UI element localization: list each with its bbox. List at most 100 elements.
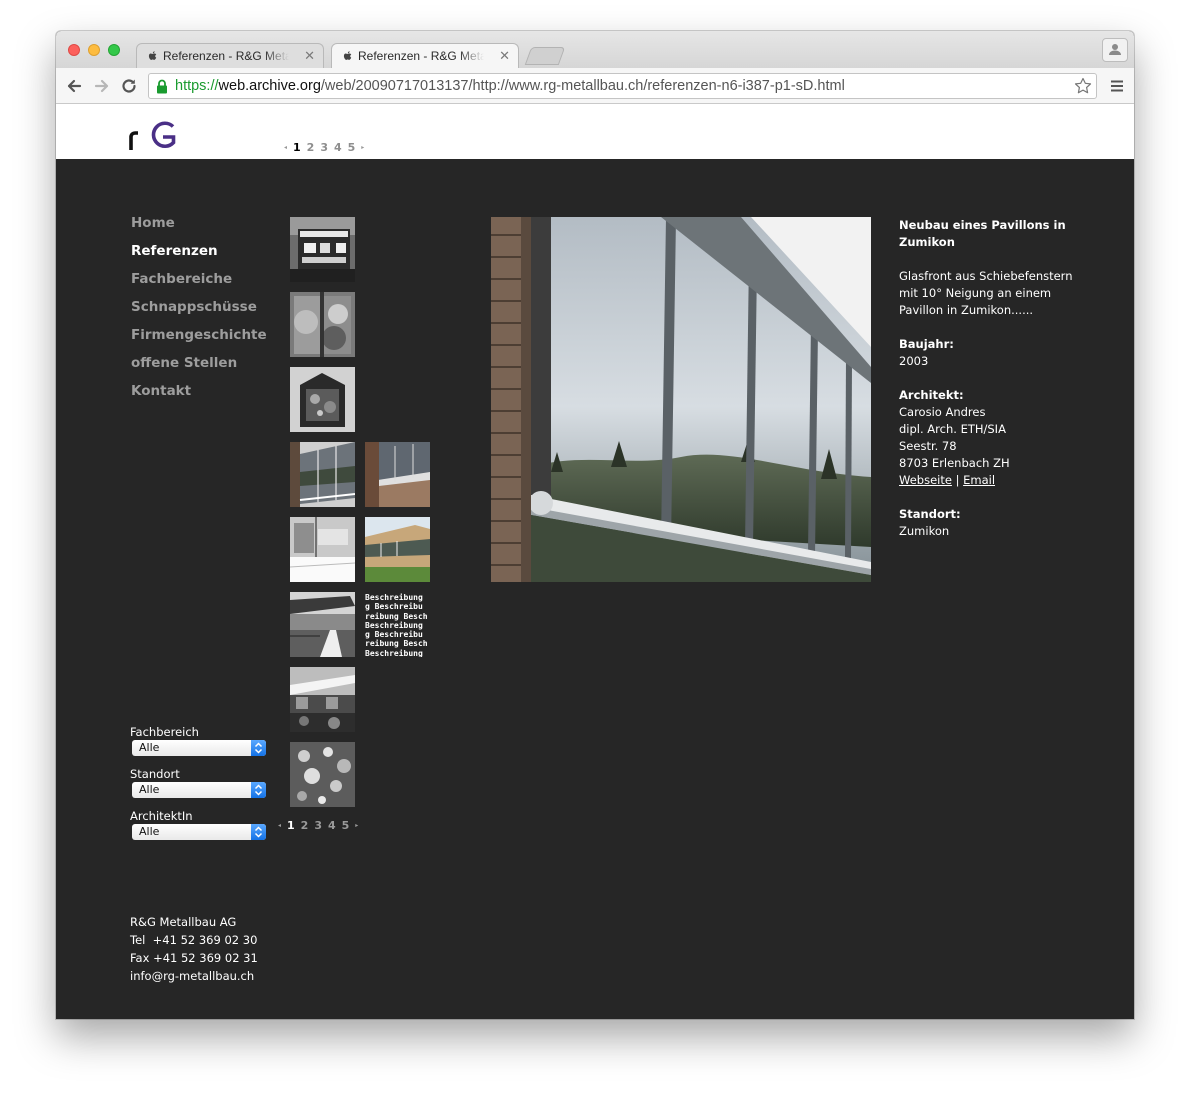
- next-page-icon[interactable]: ▸: [361, 144, 364, 151]
- architekt-street: Seestr. 78: [899, 439, 957, 453]
- company-email[interactable]: info@rg-metallbau.ch: [130, 967, 258, 985]
- thumbnail-text-line: reibung Besch: [365, 611, 428, 621]
- glass-facade-photo: [491, 217, 871, 582]
- nav-item-referenzen[interactable]: Referenzen: [131, 243, 267, 271]
- email-link[interactable]: Email: [963, 473, 995, 487]
- new-tab-button[interactable]: [524, 47, 566, 65]
- page-link[interactable]: 5: [342, 819, 350, 832]
- prev-page-icon[interactable]: ◂: [278, 822, 281, 829]
- page-link[interactable]: 4: [328, 819, 336, 832]
- project-thumbnail[interactable]: [290, 667, 355, 732]
- pagination-top: ◂ 1 2 3 4 5 ▸: [284, 141, 364, 154]
- project-thumbnail[interactable]: [365, 442, 430, 507]
- project-thumbnail[interactable]: [290, 592, 355, 657]
- page-link[interactable]: 1: [287, 819, 295, 832]
- fence-house-image: [290, 592, 355, 657]
- url-text: https://web.archive.org/web/200907170131…: [175, 74, 845, 98]
- website-link[interactable]: Webseite: [899, 473, 952, 487]
- thumbnail-text-line: reibung Besch: [365, 639, 428, 649]
- architekt-links: Webseite | Email: [899, 472, 1079, 489]
- bookmark-star-icon[interactable]: [1073, 76, 1093, 96]
- standort-label: Standort:: [899, 507, 961, 521]
- person-icon: [1109, 44, 1121, 55]
- page-link[interactable]: 4: [334, 141, 342, 154]
- project-thumbnail[interactable]: [290, 517, 355, 582]
- filter-architektin: ArchitektIn Alle: [130, 808, 266, 850]
- page-link[interactable]: 1: [293, 141, 301, 154]
- menu-icon[interactable]: [1110, 79, 1124, 93]
- architekt-label: Architekt:: [899, 388, 964, 402]
- select-value: Alle: [139, 783, 160, 796]
- architekt-city: 8703 Erlenbach ZH: [899, 456, 1010, 470]
- nav-item-kontakt[interactable]: Kontakt: [131, 383, 267, 411]
- company-name: R&G Metallbau AG: [130, 915, 237, 929]
- reload-icon[interactable]: [119, 76, 139, 96]
- nav-item-offene-stellen[interactable]: offene Stellen: [131, 355, 267, 383]
- page-link[interactable]: 2: [301, 819, 309, 832]
- project-description-thumbnail[interactable]: Beschreibung g Beschreibu reibung Besch …: [365, 592, 430, 657]
- terrace-roof-image: [290, 667, 355, 732]
- architekt-name: Carosio Andres: [899, 405, 986, 419]
- standort-select[interactable]: Alle: [132, 782, 266, 798]
- nav-item-firmengeschichte[interactable]: Firmengeschichte: [131, 327, 267, 355]
- browser-toolbar: https://web.archive.org/web/200907170131…: [56, 68, 1134, 104]
- nav-item-schnappschuesse[interactable]: Schnappschüsse: [131, 299, 267, 327]
- company-phone: Tel +41 52 369 02 30: [130, 933, 258, 947]
- architekt-title: dipl. Arch. ETH/SIA: [899, 422, 1006, 436]
- thumbnail-text-line: Beschreibung: [365, 593, 423, 602]
- next-page-icon[interactable]: ▸: [355, 822, 358, 829]
- interior-glass-image: [290, 517, 355, 582]
- select-caret-icon: [251, 740, 266, 756]
- rg-logo[interactable]: [129, 118, 185, 152]
- minimize-window-button[interactable]: [88, 44, 100, 56]
- select-value: Alle: [139, 741, 160, 754]
- project-description: Glasfront aus Schiebefenstern mit 10° Ne…: [899, 269, 1073, 317]
- address-bar[interactable]: https://web.archive.org/web/200907170131…: [148, 73, 1097, 99]
- project-thumbnail[interactable]: [290, 742, 355, 807]
- browser-tab-active[interactable]: Referenzen - R&G Metallbau AG ✕: [331, 43, 519, 68]
- select-caret-icon: [251, 824, 266, 840]
- forward-arrow-icon[interactable]: [92, 76, 112, 96]
- tab-close-icon[interactable]: ✕: [499, 44, 510, 68]
- zoom-window-button[interactable]: [108, 44, 120, 56]
- garden-window-image: [290, 292, 355, 357]
- page-link[interactable]: 3: [314, 819, 322, 832]
- page-link[interactable]: 3: [320, 141, 328, 154]
- architektin-select[interactable]: Alle: [132, 824, 266, 840]
- url-host: web.archive.org: [218, 78, 321, 94]
- back-arrow-icon[interactable]: [64, 76, 84, 96]
- filter-label: ArchitektIn: [130, 809, 193, 823]
- tab-close-icon[interactable]: ✕: [304, 44, 315, 68]
- project-thumbnail[interactable]: [365, 517, 430, 582]
- fachbereich-select[interactable]: Alle: [132, 740, 266, 756]
- url-path: /web/20090717013137/http://www.rg-metall…: [320, 78, 845, 94]
- url-scheme: https://: [175, 78, 219, 94]
- baujahr-value: 2003: [899, 354, 929, 368]
- standort-value: Zumikon: [899, 524, 950, 538]
- profile-button[interactable]: [1102, 38, 1128, 62]
- project-main-photo: [491, 217, 871, 582]
- close-window-button[interactable]: [68, 44, 80, 56]
- filter-label: Fachbereich: [130, 725, 199, 739]
- project-thumbnail[interactable]: [290, 217, 355, 282]
- main-nav: Home Referenzen Fachbereiche Schnappschü…: [131, 215, 267, 411]
- company-footer: R&G Metallbau AG Tel +41 52 369 02 30 Fa…: [130, 913, 258, 985]
- wooden-building-image: [365, 517, 430, 582]
- project-thumbnail[interactable]: [290, 442, 355, 507]
- prev-page-icon[interactable]: ◂: [284, 144, 287, 151]
- tab-title: Referenzen - R&G Metallbau AG: [358, 49, 484, 63]
- browser-tab[interactable]: Referenzen - R&G Metallbau AG ✕: [136, 43, 324, 68]
- project-thumbnail[interactable]: [290, 367, 355, 432]
- nav-item-home[interactable]: Home: [131, 215, 267, 243]
- filter-standort: Standort Alle: [130, 766, 266, 808]
- project-thumbnail[interactable]: [290, 292, 355, 357]
- flowers-image: [290, 742, 355, 807]
- page-link[interactable]: 5: [348, 141, 356, 154]
- baujahr-label: Baujahr:: [899, 337, 954, 351]
- thumbnail-text-line: g Beschreibu: [365, 602, 423, 612]
- page-link[interactable]: 2: [307, 141, 315, 154]
- filter-fachbereich: Fachbereich Alle: [130, 724, 266, 766]
- nav-item-fachbereiche[interactable]: Fachbereiche: [131, 271, 267, 299]
- apple-icon: [343, 51, 352, 60]
- terrace-facade-image: [365, 442, 430, 507]
